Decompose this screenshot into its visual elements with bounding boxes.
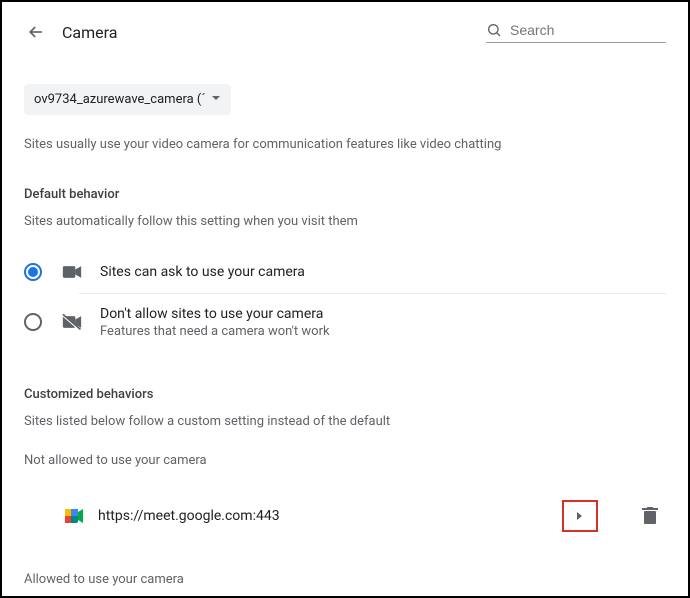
camera-off-icon — [62, 313, 82, 331]
allowed-heading: Allowed to use your camera — [24, 572, 666, 587]
intro-text: Sites usually use your video camera for … — [24, 135, 666, 155]
radio-button[interactable] — [24, 313, 42, 331]
site-row: https://meet.google.com:443 — [24, 494, 666, 538]
header: Camera — [24, 20, 666, 44]
radio-option-ask[interactable]: Sites can ask to use your camera — [24, 251, 666, 293]
search-field[interactable] — [486, 22, 666, 43]
default-behavior-subheading: Sites automatically follow this setting … — [24, 214, 666, 229]
customized-subheading: Sites listed below follow a custom setti… — [24, 414, 666, 429]
site-url: https://meet.google.com:443 — [98, 508, 562, 524]
customized-heading: Customized behaviors — [24, 387, 666, 402]
radio-sublabel: Features that need a camera won't work — [100, 324, 330, 339]
chevron-down-icon — [211, 92, 221, 107]
camera-device-value: ov9734_azurewave_camera (´ — [34, 92, 205, 107]
radio-option-block[interactable]: Don't allow sites to use your camera Fea… — [24, 294, 666, 351]
arrow-left-icon — [26, 22, 46, 42]
chevron-right-icon — [576, 511, 584, 521]
site-details-button[interactable] — [562, 500, 598, 532]
search-icon — [486, 22, 502, 38]
camera-device-select[interactable]: ov9734_azurewave_camera (´ — [24, 84, 231, 115]
radio-button[interactable] — [24, 263, 42, 281]
search-input[interactable] — [510, 22, 666, 38]
back-button[interactable] — [24, 20, 48, 44]
not-allowed-heading: Not allowed to use your camera — [24, 453, 666, 468]
camera-icon — [62, 265, 82, 279]
delete-site-button[interactable] — [638, 504, 662, 528]
trash-icon — [642, 507, 658, 525]
customized-behaviors-section: Customized behaviors Sites listed below … — [24, 387, 666, 587]
radio-label: Don't allow sites to use your camera — [100, 306, 330, 322]
meet-favicon-icon — [64, 506, 84, 526]
page-title: Camera — [62, 23, 117, 42]
radio-label: Sites can ask to use your camera — [100, 264, 305, 280]
default-behavior-heading: Default behavior — [24, 187, 666, 202]
default-behavior-section: Default behavior Sites automatically fol… — [24, 187, 666, 351]
